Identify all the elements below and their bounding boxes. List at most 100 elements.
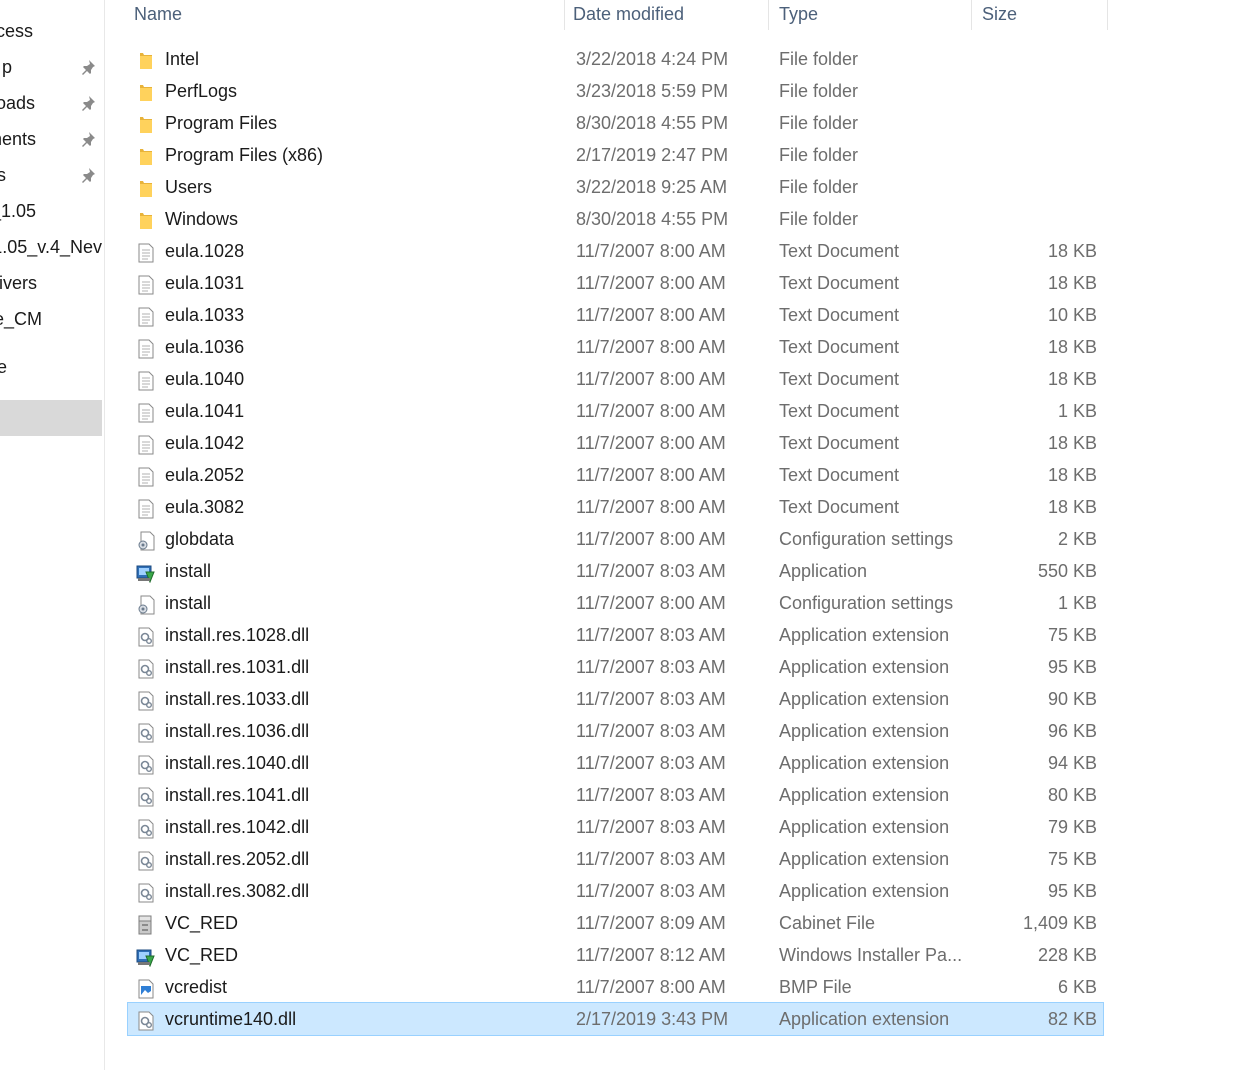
file-row[interactable]: PerfLogs 3/23/2018 5:59 PM File folder (128, 75, 1103, 107)
column-divider[interactable] (971, 0, 972, 30)
file-type: File folder (779, 49, 859, 69)
nav-item[interactable]: p (0, 51, 102, 87)
file-row[interactable]: Windows 8/30/2018 4:55 PM File folder (128, 203, 1103, 235)
file-name: eula.1036 (165, 337, 245, 357)
folder-icon (136, 209, 156, 229)
column-divider[interactable] (564, 0, 565, 30)
nav-item[interactable]: e (0, 351, 102, 387)
file-row[interactable]: eula.1031 11/7/2007 8:00 AM Text Document 1… (128, 267, 1103, 299)
text-document-icon (136, 305, 156, 327)
pin-icon[interactable] (80, 167, 96, 183)
file-row[interactable]: VC_RED 11/7/2007 8:09 AM Cabinet File 1,409… (128, 907, 1103, 939)
file-name: install.res.2052.dll (165, 849, 310, 869)
file-name: eula.1041 (165, 401, 245, 421)
file-type: Text Document (779, 305, 900, 325)
file-row[interactable]: install.res.1033.dll 11/7/2007 8:03 AM App… (128, 683, 1103, 715)
file-name: vcruntime140.dll (165, 1009, 297, 1029)
installer-application-icon (136, 561, 156, 584)
file-type: Text Document (779, 401, 900, 421)
file-name: Program Files (x86) (165, 145, 324, 165)
file-row[interactable]: VC_RED 11/7/2007 8:12 AM Windows Installer… (128, 939, 1103, 971)
column-header-name[interactable]: Name (134, 0, 182, 30)
pin-icon[interactable] (80, 59, 96, 75)
file-row[interactable]: install 11/7/2007 8:00 AM Configuration se… (128, 587, 1103, 619)
file-size: 82 KB (1047, 1009, 1097, 1029)
bmp-image-icon (136, 977, 156, 999)
nav-item[interactable]: _1.05_v.4_Nev (0, 231, 102, 267)
file-row[interactable]: install.res.1031.dll 11/7/2007 8:03 AM App… (128, 651, 1103, 683)
file-row[interactable]: install.res.2052.dll 11/7/2007 8:03 AM App… (128, 843, 1103, 875)
file-name: install.res.1028.dll (165, 625, 310, 645)
file-row[interactable]: eula.1041 11/7/2007 8:00 AM Text Document 1… (128, 395, 1103, 427)
file-row[interactable]: vcredist 11/7/2007 8:00 AM BMP File 6 KB (128, 971, 1103, 1003)
navigation-pane: cess p oads nents s _1.05 _1.05_v.4_Nevivers e_… (0, 0, 105, 1070)
file-row[interactable]: install.res.3082.dll 11/7/2007 8:03 AM App… (128, 875, 1103, 907)
file-type: Cabinet File (779, 913, 876, 933)
column-headers: Name Date modified Type Size (104, 0, 1247, 30)
file-date-modified: 11/7/2007 8:03 AM (576, 785, 726, 805)
nav-item[interactable]: ivers (0, 267, 102, 303)
nav-item[interactable]: oads (0, 87, 102, 123)
column-divider[interactable] (1107, 0, 1108, 30)
file-row[interactable]: eula.3082 11/7/2007 8:00 AM Text Document 1… (128, 491, 1103, 523)
file-size: 18 KB (1047, 465, 1097, 485)
pin-icon[interactable] (80, 95, 96, 111)
file-row[interactable]: Intel 3/22/2018 4:24 PM File folder (128, 43, 1103, 75)
folder-icon (136, 177, 156, 197)
file-name: Users (165, 177, 213, 197)
column-divider[interactable] (768, 0, 769, 30)
file-row[interactable]: install.res.1041.dll 11/7/2007 8:03 AM App… (128, 779, 1103, 811)
file-type: Application extension (779, 625, 950, 645)
file-date-modified: 11/7/2007 8:03 AM (576, 689, 726, 709)
file-date-modified: 11/7/2007 8:03 AM (576, 561, 726, 581)
file-name: Intel (165, 49, 200, 69)
file-row[interactable]: eula.2052 11/7/2007 8:00 AM Text Document 1… (128, 459, 1103, 491)
file-row[interactable]: install.res.1036.dll 11/7/2007 8:03 AM App… (128, 715, 1103, 747)
text-document-icon (136, 497, 156, 519)
file-type: Application extension (779, 753, 950, 773)
file-row[interactable]: install.res.1040.dll 11/7/2007 8:03 AM App… (128, 747, 1103, 779)
file-type: Configuration settings (779, 529, 954, 549)
pin-icon[interactable] (80, 131, 96, 147)
cabinet-file-icon (136, 913, 156, 935)
nav-item-selected[interactable] (0, 400, 102, 436)
column-header-size[interactable]: Size (982, 0, 1017, 30)
nav-item[interactable]: e_CM (0, 303, 102, 339)
file-row[interactable]: eula.1036 11/7/2007 8:00 AM Text Document 1… (128, 331, 1103, 363)
column-header-type[interactable]: Type (779, 0, 818, 30)
nav-item[interactable]: _1.05 (0, 195, 102, 231)
file-name: install.res.1042.dll (165, 817, 310, 837)
nav-item[interactable]: nents (0, 123, 102, 159)
file-size: 18 KB (1047, 369, 1097, 389)
nav-item[interactable]: cess (0, 15, 102, 51)
file-type: Application (779, 561, 868, 581)
file-row[interactable]: install.res.1042.dll 11/7/2007 8:03 AM App… (128, 811, 1103, 843)
file-row-selected[interactable]: vcruntime140.dll 2/17/2019 3:43 PM Applica… (127, 1002, 1104, 1036)
file-size: 18 KB (1047, 241, 1097, 261)
file-row[interactable]: install 11/7/2007 8:03 AM Application 550 K… (128, 555, 1103, 587)
text-document-icon (136, 401, 156, 423)
file-size: 90 KB (1047, 689, 1097, 709)
file-size: 10 KB (1047, 305, 1097, 325)
text-document-icon (136, 337, 156, 359)
file-row[interactable]: globdata 11/7/2007 8:00 AM Configuration s… (128, 523, 1103, 555)
file-row[interactable]: install.res.1028.dll 11/7/2007 8:03 AM App… (128, 619, 1103, 651)
dll-file-icon (136, 817, 156, 839)
file-row[interactable]: Users 3/22/2018 9:25 AM File folder (128, 171, 1103, 203)
file-size: 1,409 KB (1022, 913, 1097, 933)
file-row[interactable]: Program Files (x86) 2/17/2019 2:47 PM File… (128, 139, 1103, 171)
folder-icon (136, 145, 156, 165)
file-size: 80 KB (1047, 785, 1097, 805)
file-row[interactable]: eula.1028 11/7/2007 8:00 AM Text Document 1… (128, 235, 1103, 267)
file-type: Text Document (779, 337, 900, 357)
file-type: BMP File (779, 977, 852, 997)
dll-file-icon (136, 849, 156, 871)
file-row[interactable]: eula.1042 11/7/2007 8:00 AM Text Document 1… (128, 427, 1103, 459)
file-row[interactable]: Program Files 8/30/2018 4:55 PM File folde… (128, 107, 1103, 139)
nav-item[interactable]: s (0, 159, 102, 195)
file-name: eula.1042 (165, 433, 245, 453)
file-row[interactable]: eula.1040 11/7/2007 8:00 AM Text Document 1… (128, 363, 1103, 395)
column-header-date-modified[interactable]: Date modified (573, 0, 684, 30)
file-row[interactable]: eula.1033 11/7/2007 8:00 AM Text Document 1… (128, 299, 1103, 331)
config-settings-icon (136, 529, 156, 551)
